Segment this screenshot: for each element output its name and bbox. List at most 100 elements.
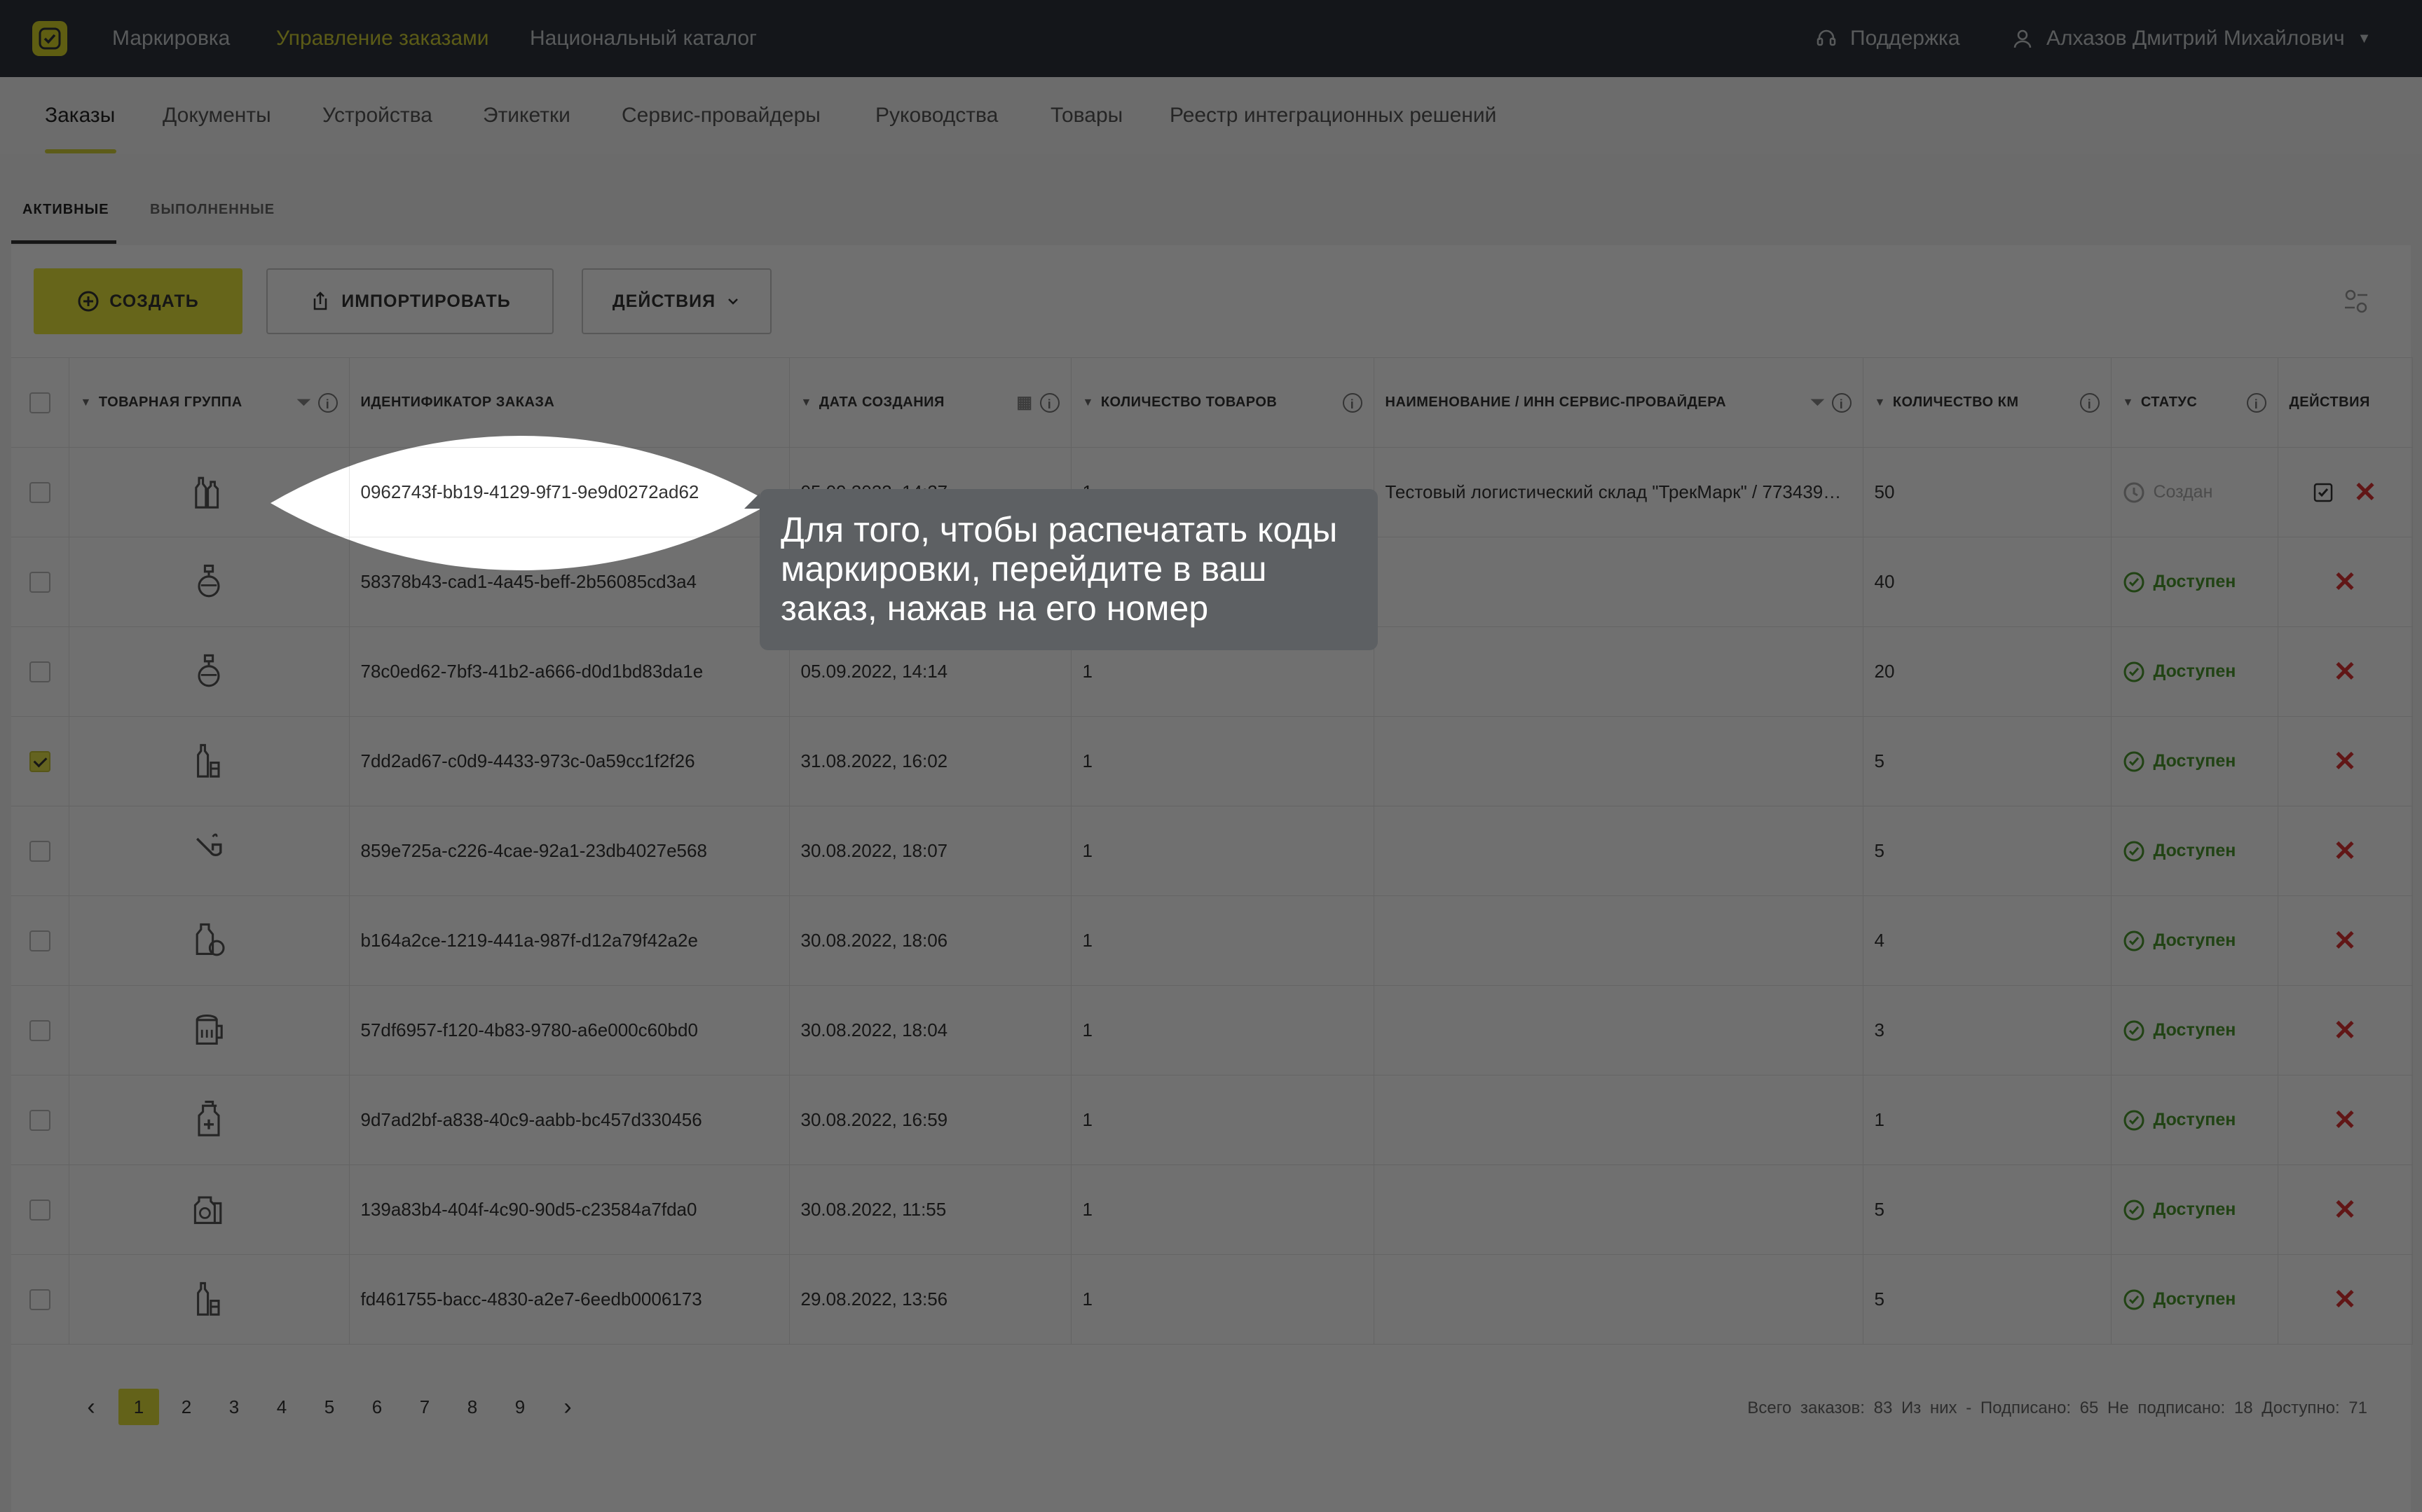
import-button[interactable]: ИМПОРТИРОВАТЬ <box>266 268 554 334</box>
row-checkbox[interactable] <box>29 481 50 503</box>
page-4[interactable]: 4 <box>258 1389 306 1425</box>
info-icon[interactable]: i <box>1039 392 1060 413</box>
row-checkbox[interactable] <box>29 1199 50 1221</box>
table-row[interactable]: 9d7ad2bf-a838-40c9-aabb-bc457d330456 30.0… <box>11 1075 2413 1165</box>
delete-icon[interactable]: ✕ <box>2333 567 2357 598</box>
topnav-orders-management[interactable]: Управление заказами <box>276 0 489 77</box>
topnav-marking[interactable]: Маркировка <box>112 0 230 77</box>
delete-icon[interactable]: ✕ <box>2333 1015 2357 1046</box>
tab-labels[interactable]: Этикетки <box>483 104 570 128</box>
tab-goods[interactable]: Товары <box>1051 104 1123 128</box>
row-checkbox[interactable] <box>29 661 50 682</box>
row-checkbox[interactable] <box>29 930 50 951</box>
delete-icon[interactable]: ✕ <box>2353 477 2377 508</box>
order-id-link[interactable]: 57df6957-f120-4b83-9780-a6e000c60bd0 <box>349 985 790 1075</box>
delete-icon[interactable]: ✕ <box>2333 1105 2357 1136</box>
delete-icon[interactable]: ✕ <box>2333 1284 2357 1315</box>
next-page-icon[interactable]: › <box>544 1389 591 1425</box>
order-id[interactable]: 859e725a-c226-4cae-92a1-23db4027e568 <box>361 840 707 861</box>
delete-icon[interactable]: ✕ <box>2333 926 2357 956</box>
table-row[interactable]: 139a83b4-404f-4c90-90d5-c23584a7fda0 30.0… <box>11 1164 2413 1255</box>
page-5[interactable]: 5 <box>306 1389 353 1425</box>
order-id[interactable]: 58378b43-cad1-4a45-beff-2b56085cd3a4 <box>361 571 697 592</box>
page-7[interactable]: 7 <box>401 1389 449 1425</box>
order-id-link[interactable]: 0962743f-bb19-4129-9f71-9e9d0272ad62 <box>349 447 790 537</box>
row-checkbox[interactable] <box>29 571 50 593</box>
order-id-link[interactable]: 139a83b4-404f-4c90-90d5-c23584a7fda0 <box>349 1164 790 1255</box>
delete-icon[interactable]: ✕ <box>2333 836 2357 867</box>
actions-dropdown[interactable]: ДЕЙСТВИЯ <box>582 268 772 334</box>
delete-icon[interactable]: ✕ <box>2333 1195 2357 1225</box>
user-menu[interactable]: Алхазов Дмитрий Михайлович ▼ <box>2011 0 2371 77</box>
page-2[interactable]: 2 <box>163 1389 210 1425</box>
order-id-link[interactable]: fd461755-bacc-4830-a2e7-6eedb0006173 <box>349 1254 790 1345</box>
tab-integration-registry[interactable]: Реестр интеграционных решений <box>1170 104 1496 128</box>
subtab-active[interactable]: АКТИВНЫЕ <box>22 202 109 218</box>
order-id-link[interactable]: 9d7ad2bf-a838-40c9-aabb-bc457d330456 <box>349 1075 790 1165</box>
col-provider[interactable]: НАИМЕНОВАНИЕ / ИНН СЕРВИС-ПРОВАЙДЕРА ⏷ i <box>1374 357 1863 448</box>
row-select-cell <box>11 1075 69 1165</box>
filter-icon[interactable]: ⏷ <box>1811 393 1825 413</box>
order-id[interactable]: fd461755-bacc-4830-a2e7-6eedb0006173 <box>361 1288 702 1310</box>
order-id[interactable]: 7dd2ad67-c0d9-4433-973c-0a59cc1f2f26 <box>361 750 695 771</box>
sign-checkbox-icon[interactable] <box>2313 482 2334 503</box>
order-id[interactable]: 78c0ed62-7bf3-41b2-a666-d0d1bd83da1e <box>361 661 704 682</box>
topnav-national-catalog[interactable]: Национальный каталог <box>530 0 757 77</box>
info-icon[interactable]: i <box>2079 392 2100 413</box>
page-8[interactable]: 8 <box>449 1389 496 1425</box>
row-checkbox[interactable] <box>29 1019 50 1041</box>
tab-service-providers[interactable]: Сервис-провайдеры <box>622 104 821 128</box>
support-link[interactable]: Поддержка <box>1815 0 1960 77</box>
table-row[interactable]: fd461755-bacc-4830-a2e7-6eedb0006173 29.0… <box>11 1254 2413 1345</box>
col-status[interactable]: ▼ СТАТУС i <box>2111 357 2278 448</box>
info-icon[interactable]: i <box>317 392 338 413</box>
table-row[interactable]: b164a2ce-1219-441a-987f-d12a79f42a2e 30.0… <box>11 895 2413 986</box>
table-row[interactable]: 57df6957-f120-4b83-9780-a6e000c60bd0 30.0… <box>11 985 2413 1075</box>
bottles-icon <box>195 476 219 509</box>
order-id[interactable]: 0962743f-bb19-4129-9f71-9e9d0272ad62 <box>361 481 699 502</box>
delete-icon[interactable]: ✕ <box>2333 657 2357 687</box>
calendar-icon[interactable]: ▦ <box>1016 392 1032 413</box>
check-circle-icon <box>2123 1020 2144 1040</box>
order-id-link[interactable]: 78c0ed62-7bf3-41b2-a666-d0d1bd83da1e <box>349 626 790 717</box>
order-id[interactable]: 139a83b4-404f-4c90-90d5-c23584a7fda0 <box>361 1199 697 1220</box>
delete-icon[interactable]: ✕ <box>2333 746 2357 777</box>
tab-documents[interactable]: Документы <box>163 104 271 128</box>
col-km[interactable]: ▼ КОЛИЧЕСТВО КМ i <box>1863 357 2112 448</box>
col-group[interactable]: ▼ ТОВАРНАЯ ГРУППА ⏷ i <box>69 357 350 448</box>
col-qty[interactable]: ▼ КОЛИЧЕСТВО ТОВАРОВ i <box>1071 357 1374 448</box>
table-row[interactable]: 7dd2ad67-c0d9-4433-973c-0a59cc1f2f26 31.0… <box>11 716 2413 806</box>
column-settings-icon[interactable] <box>2342 287 2370 315</box>
order-id-link[interactable]: 58378b43-cad1-4a45-beff-2b56085cd3a4 <box>349 537 790 627</box>
prev-page-icon[interactable]: ‹ <box>67 1389 115 1425</box>
select-all-checkbox[interactable] <box>29 392 50 413</box>
page-9[interactable]: 9 <box>496 1389 544 1425</box>
table-row[interactable]: 859e725a-c226-4cae-92a1-23db4027e568 30.0… <box>11 806 2413 896</box>
order-id-link[interactable]: b164a2ce-1219-441a-987f-d12a79f42a2e <box>349 895 790 986</box>
row-checkbox[interactable] <box>29 1109 50 1131</box>
order-id[interactable]: b164a2ce-1219-441a-987f-d12a79f42a2e <box>361 930 698 951</box>
tab-orders[interactable]: Заказы <box>45 104 115 128</box>
info-icon[interactable]: i <box>2246 392 2266 413</box>
row-checkbox[interactable] <box>29 840 50 862</box>
order-id-link[interactable]: 859e725a-c226-4cae-92a1-23db4027e568 <box>349 806 790 896</box>
page-3[interactable]: 3 <box>210 1389 258 1425</box>
col-order-id[interactable]: ИДЕНТИФИКАТОР ЗАКАЗА <box>349 357 790 448</box>
order-id-link[interactable]: 7dd2ad67-c0d9-4433-973c-0a59cc1f2f26 <box>349 716 790 806</box>
col-date[interactable]: ▼ ДАТА СОЗДАНИЯ ▦ i <box>789 357 1072 448</box>
logo-icon[interactable] <box>32 21 67 56</box>
info-icon[interactable]: i <box>1831 392 1852 413</box>
subtab-completed[interactable]: ВЫПОЛНЕННЫЕ <box>150 202 275 218</box>
row-checkbox[interactable] <box>29 750 50 772</box>
status-cell: Доступен <box>2111 895 2278 986</box>
order-id[interactable]: 57df6957-f120-4b83-9780-a6e000c60bd0 <box>361 1019 698 1040</box>
page-6[interactable]: 6 <box>353 1389 401 1425</box>
tab-guides[interactable]: Руководства <box>875 104 998 128</box>
page-1[interactable]: 1 <box>118 1389 159 1425</box>
order-id[interactable]: 9d7ad2bf-a838-40c9-aabb-bc457d330456 <box>361 1109 702 1130</box>
filter-icon[interactable]: ⏷ <box>297 393 311 413</box>
tab-devices[interactable]: Устройства <box>322 104 432 128</box>
info-icon[interactable]: i <box>1342 392 1362 413</box>
row-checkbox[interactable] <box>29 1288 50 1310</box>
create-button[interactable]: СОЗДАТЬ <box>34 268 242 334</box>
